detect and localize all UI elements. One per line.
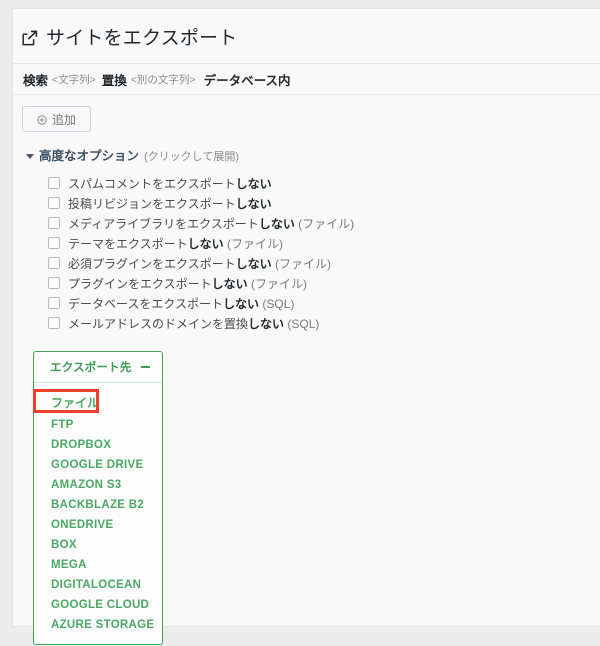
advanced-option-row[interactable]: 必須プラグインをエクスポートしない (ファイル) — [48, 253, 600, 273]
advanced-option-label: メディアライブラリをエクスポートしない (ファイル) — [68, 216, 355, 231]
plus-circle-icon — [37, 114, 47, 125]
advanced-options-list: スパムコメントをエクスポートしない 投稿リビジョンをエクスポートしないメディアライ… — [48, 173, 600, 333]
export-destination-item[interactable]: FTP — [34, 415, 162, 435]
advanced-option-row[interactable]: テーマをエクスポートしない (ファイル) — [48, 233, 600, 253]
advanced-option-label: 必須プラグインをエクスポートしない (ファイル) — [68, 256, 331, 271]
advanced-option-row[interactable]: 投稿リビジョンをエクスポートしない — [48, 193, 600, 213]
search-input[interactable]: <文字列> — [52, 72, 96, 87]
search-label: 検索 — [23, 73, 49, 88]
checkbox[interactable] — [48, 177, 60, 189]
export-destination-item[interactable]: BACKBLAZE B2 — [34, 495, 162, 515]
export-destination-item[interactable]: GOOGLE CLOUD — [34, 595, 162, 615]
advanced-options-hint: (クリックして展開) — [144, 151, 240, 163]
advanced-option-row[interactable]: メディアライブラリをエクスポートしない (ファイル) — [48, 213, 600, 233]
advanced-option-row[interactable]: スパムコメントをエクスポートしない — [48, 173, 600, 193]
replace-input[interactable]: <別の文字列> — [131, 72, 196, 87]
checkbox[interactable] — [48, 297, 60, 309]
export-destination-header[interactable]: エクスポート先 — [34, 352, 162, 383]
page-title: サイトをエクスポート — [46, 28, 238, 49]
checkbox[interactable] — [48, 257, 60, 269]
export-destination-panel: エクスポート先 ファイル FTP DROPBOX GOOGLE DRIVE AMAZON… — [33, 351, 163, 645]
search-replace-row[interactable]: 検索 <文字列> 置換 <別の文字列> データベース内 — [13, 64, 600, 95]
advanced-option-label: データベースをエクスポートしない (SQL) — [68, 296, 295, 311]
replace-label: 置換 — [101, 73, 127, 88]
checkbox[interactable] — [48, 237, 60, 249]
export-destination-item[interactable]: BOX — [34, 535, 162, 555]
export-destination-item[interactable]: ONEDRIVE — [34, 515, 162, 535]
export-destination-item[interactable]: DROPBOX — [34, 435, 162, 455]
checkbox[interactable] — [48, 197, 60, 209]
advanced-options-toggle[interactable]: 高度なオプション (クリックして展開) — [26, 145, 600, 164]
export-destination-item[interactable]: AZURE STORAGE — [34, 615, 162, 635]
checkbox[interactable] — [48, 317, 60, 329]
checkbox[interactable] — [48, 217, 60, 229]
body-area: 追加 高度なオプション (クリックして展開) スパムコメントをエクスポートしない… — [13, 95, 600, 645]
export-destination-item[interactable]: AMAZON S3 — [34, 475, 162, 495]
advanced-options-label: 高度なオプション — [39, 149, 140, 163]
caret-down-icon — [26, 154, 34, 159]
add-button-label: 追加 — [52, 112, 77, 127]
advanced-option-label: メールアドレスのドメインを置換しない (SQL) — [68, 316, 320, 331]
advanced-option-label: 投稿リビジョンをエクスポートしない — [68, 196, 272, 211]
advanced-option-row[interactable]: メールアドレスのドメインを置換しない (SQL) — [48, 313, 600, 333]
page-header: サイトをエクスポート — [13, 9, 600, 64]
export-site-card: サイトをエクスポート 検索 <文字列> 置換 <別の文字列> データベース内 追… — [12, 8, 600, 645]
add-button[interactable]: 追加 — [22, 106, 92, 132]
export-destination-list: ファイル FTP DROPBOX GOOGLE DRIVE AMAZON S3 BACKB… — [33, 383, 162, 644]
export-icon — [21, 29, 39, 47]
advanced-option-row[interactable]: データベースをエクスポートしない (SQL) — [48, 293, 600, 313]
advanced-option-label: スパムコメントをエクスポートしない — [68, 176, 272, 191]
scope-label: データベース内 — [203, 73, 291, 88]
export-destination-item[interactable]: MEGA — [34, 555, 162, 575]
advanced-option-label: テーマをエクスポートしない (ファイル) — [68, 236, 283, 251]
advanced-option-label: プラグインをエクスポートしない (ファイル) — [68, 276, 307, 291]
export-destination-title: エクスポート先 — [50, 362, 132, 374]
export-destination-item[interactable]: GOOGLE DRIVE — [34, 455, 162, 475]
advanced-option-row[interactable]: プラグインをエクスポートしない (ファイル) — [48, 273, 600, 293]
export-destination-item[interactable]: DIGITALOCEAN — [34, 575, 162, 595]
checkbox[interactable] — [48, 277, 60, 289]
export-destination-item[interactable]: ファイル — [33, 389, 162, 415]
minus-icon[interactable] — [141, 366, 150, 368]
